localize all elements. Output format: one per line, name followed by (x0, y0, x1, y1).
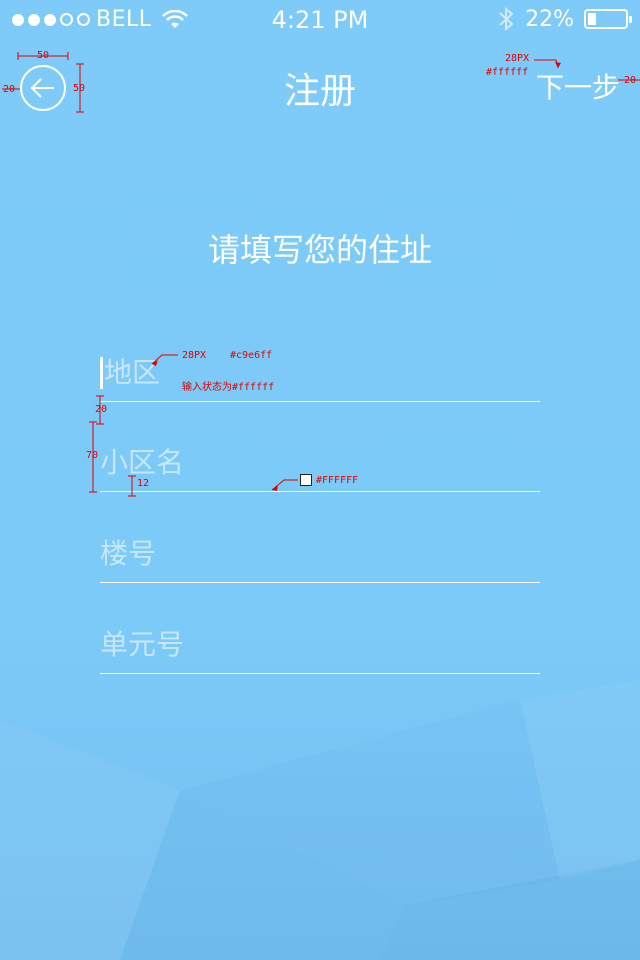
anno-back-width: 50 (37, 50, 50, 61)
anno-field-height: 70 (86, 450, 99, 461)
anno-next-color: #ffffff (486, 67, 529, 78)
battery-percent: 22% (525, 6, 574, 32)
community-name-placeholder: 小区名 (100, 446, 185, 479)
building-number-placeholder: 楼号 (100, 537, 157, 570)
anno-field-spacing: 20 (95, 404, 108, 415)
next-step-button[interactable]: 下一步 (536, 66, 620, 106)
anno-field-color: #c9e6ff (230, 350, 273, 361)
bluetooth-icon (499, 6, 514, 32)
region-field[interactable]: 地区 (100, 353, 540, 402)
status-bar: BELL 4:21 PM 22% (0, 0, 640, 40)
unit-number-placeholder: 单元号 (100, 628, 185, 661)
status-right: 22% (497, 6, 632, 32)
text-cursor (100, 357, 103, 389)
region-placeholder: 地区 (104, 356, 161, 389)
anno-next-size: 28PX (505, 53, 530, 64)
form-subtitle: 请填写您的住址 (207, 231, 432, 269)
battery-fill (588, 13, 596, 25)
building-number-field[interactable]: 楼号 (100, 534, 540, 583)
anno-active-note: 输入状态为#ffffff (182, 382, 275, 393)
anno-back-height: 50 (73, 83, 86, 94)
anno-back-margin: 20 (3, 84, 16, 95)
anno-next-margin: 20 (624, 75, 637, 86)
unit-number-field[interactable]: 单元号 (100, 625, 540, 674)
anno-field-size: 28PX (182, 350, 207, 361)
battery-icon (584, 9, 632, 29)
line-color-swatch (300, 474, 312, 486)
anno-line-gap: 12 (137, 478, 150, 489)
anno-line-color: #FFFFFF (316, 475, 359, 486)
